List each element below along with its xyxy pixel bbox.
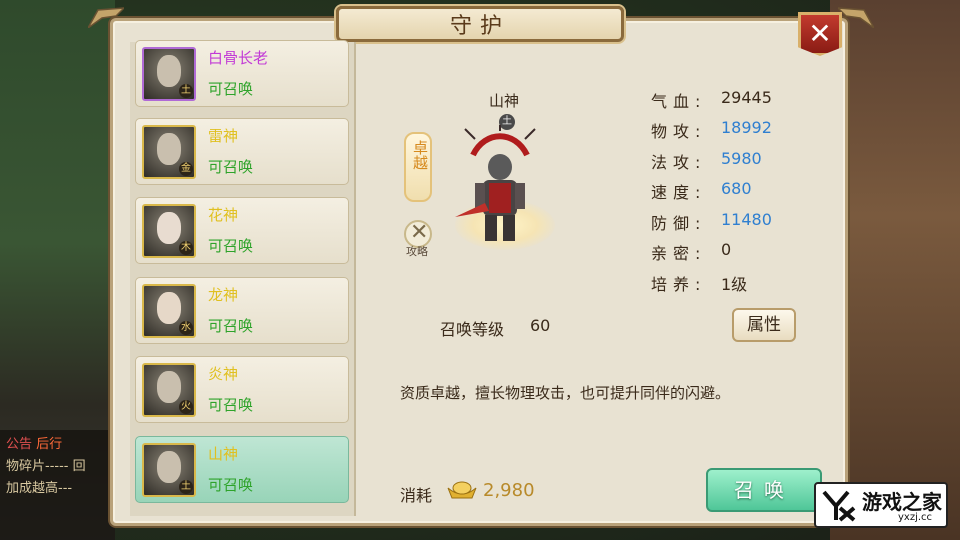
site-watermark-logo: 游戏之家 yxzj.cc [814,482,948,528]
guardian-avatar: 水 [142,284,196,338]
guardian-status: 可召唤 [208,158,254,176]
summon-level-value: 60 [530,316,551,335]
guardian-card-shanshen[interactable]: 土 山神 可召唤 [135,436,349,503]
element-badge: 土 [179,84,193,98]
guardian-name: 龙神 [208,286,239,304]
portrait-face [157,292,181,324]
stat-label: 气血: [651,92,707,111]
stat-value: 29445 [721,88,772,107]
guardian-name: 花神 [208,206,239,224]
guardian-status: 可召唤 [208,317,254,335]
portrait-face [157,451,181,483]
stat-row: 速度: 680 [651,179,821,203]
stat-value: 11480 [721,210,772,229]
guardian-card-huashen[interactable]: 木 花神 可召唤 [135,197,349,264]
stat-label: 防御: [651,214,707,233]
cost-label: 消耗 [400,486,433,505]
guardian-avatar: 火 [142,363,196,417]
corner-ornament [88,7,124,28]
guardian-status: 可召唤 [208,396,254,414]
element-badge: 木 [179,241,193,255]
stat-value: 18992 [721,118,772,137]
attributes-button[interactable]: 属性 [732,308,796,342]
close-icon: ✕ [808,17,832,50]
watermark-site-name: 游戏之家 [862,490,942,514]
watermark-url: yxzj.cc [898,512,933,523]
guardian-name: 山神 [208,445,239,463]
guardian-card-leishen[interactable]: 金 雷神 可召唤 [135,118,349,185]
guardian-card-longshen[interactable]: 水 龙神 可召唤 [135,277,349,344]
chat-line: 物碎片----- 回 [6,459,86,474]
stat-label: 亲密: [651,244,707,263]
stat-label: 培养: [651,275,707,294]
guardian-description: 资质卓越，擅长物理攻击，也可提升同伴的闪避。 [400,384,731,402]
background-chat: 公告 后行 物碎片----- 回 加成越高--- [0,430,115,540]
yx-logo-icon [822,490,856,522]
panel-title: 守护 [336,6,624,42]
stat-row: 亲密: 0 [651,240,821,264]
stat-row: 防御: 11480 [651,210,821,234]
chat-line: 后行 [36,437,63,452]
stat-row: 法攻: 5980 [651,149,821,173]
background-scene-right [830,0,960,540]
stat-label: 法攻: [651,153,707,172]
guardian-status: 可召唤 [208,237,254,255]
chat-tag: 公告 [6,437,33,452]
guardian-status: 可召唤 [208,80,254,98]
portrait-face [157,133,181,165]
portrait-face [157,212,181,244]
summon-level-label: 召唤等级 [440,320,505,339]
stat-row: 培养: 1级 [651,271,821,295]
stat-row: 物攻: 18992 [651,118,821,142]
hero-model [455,125,536,241]
element-badge: 火 [179,400,193,414]
gold-ingot-icon [447,481,477,499]
guardian-card-yanshen[interactable]: 火 炎神 可召唤 [135,356,349,423]
guardian-avatar: 金 [142,125,196,179]
guardian-name: 白骨长老 [208,49,269,67]
crossed-swords-icon: ✕ [410,220,429,245]
stat-value: 680 [721,179,752,198]
guardian-status: 可召唤 [208,476,254,494]
stat-value: 1级 [721,275,748,294]
guardian-list[interactable]: 土 白骨长老 可召唤 金 雷神 可召唤 木 花神 可召唤 水 龙神 可召唤 火 … [130,40,356,516]
guardian-avatar: 木 [142,204,196,258]
guardian-avatar: 土 [142,47,196,101]
cost-value: 2,980 [483,480,535,501]
portrait-face [157,371,181,403]
element-badge: 土 [179,480,193,494]
hero-name: 山神 [489,92,520,110]
close-button[interactable]: ✕ [798,12,842,56]
summon-button[interactable]: 召唤 [706,468,822,512]
stat-label: 速度: [651,183,707,202]
portrait-face [157,55,181,87]
guardian-avatar: 土 [142,443,196,497]
stat-row: 气血: 29445 [651,88,821,112]
guardian-card-baigu[interactable]: 土 白骨长老 可召唤 [135,40,349,107]
stat-label: 物攻: [651,122,707,141]
guide-label: 攻略 [406,245,428,258]
stat-value: 0 [721,240,732,259]
quality-badge: 卓越 [404,132,432,202]
chat-line: 加成越高--- [6,481,73,496]
element-badge: 金 [179,162,193,176]
corner-ornament [838,7,874,28]
quality-text: 卓越 [411,140,429,170]
stat-value: 5980 [721,149,762,168]
guardian-name: 炎神 [208,365,239,383]
guardian-name: 雷神 [208,127,239,145]
element-badge: 水 [179,321,193,335]
